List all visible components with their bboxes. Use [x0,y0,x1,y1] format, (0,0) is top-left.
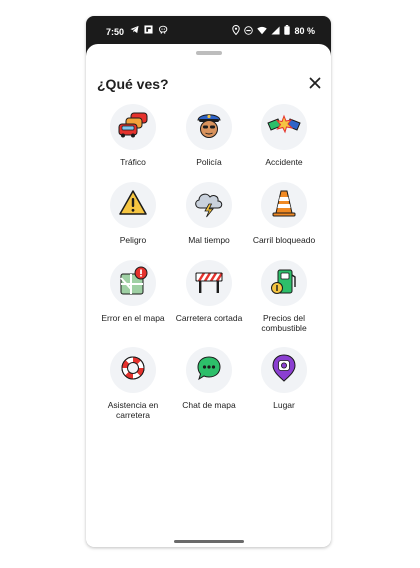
report-option-police[interactable]: Policía [169,104,249,167]
battery-icon [284,25,291,37]
report-bottom-sheet: ¿Qué ves? Tráfico Policía Accidente Peli… [86,44,331,547]
report-option-label: Accidente [265,157,303,167]
fuel-pump-icon [268,265,300,302]
signal-icon [271,25,281,37]
report-option-label: Error en el mapa [101,313,165,323]
report-option-traffic[interactable]: Tráfico [93,104,173,167]
flipboard-icon [144,25,153,36]
place-pin-icon [269,352,299,389]
report-option-road-closed[interactable]: Carretera cortada [169,260,249,323]
chat-bubble-icon [194,353,224,388]
report-option-label: Lugar [273,400,295,410]
phone-frame: 7:50 80 % ¿Qué ves? Tráfico Policía Acci… [86,16,331,547]
report-option-label: Carril bloqueado [252,235,316,245]
close-button[interactable] [307,75,323,91]
status-bar: 7:50 80 % [86,16,331,46]
report-option-label: Carretera cortada [175,313,243,323]
report-option-label: Mal tiempo [188,235,230,245]
lifebuoy-icon [118,353,148,388]
battery-percentage: 80 % [294,26,315,36]
report-option-map-error[interactable]: Error en el mapa [93,260,173,323]
wifi-icon [257,26,268,37]
report-option-lane-closed[interactable]: Carril bloqueado [244,182,324,245]
location-icon [232,24,241,37]
report-option-label: Chat de mapa [182,400,236,410]
home-indicator[interactable] [174,540,244,543]
navigation-bar [86,535,331,547]
report-option-label: Peligro [119,235,147,245]
do-not-disturb-icon [244,25,254,37]
sheet-title: ¿Qué ves? [97,76,169,92]
report-option-label: Tráfico [120,157,146,167]
report-option-fuel-prices[interactable]: Precios del combustible [244,260,324,333]
map-error-icon [117,265,149,302]
drag-handle[interactable] [196,51,222,55]
status-time: 7:50 [106,27,125,37]
close-icon [307,77,323,95]
traffic-cars-icon [115,111,151,144]
report-option-accident[interactable]: Accidente [244,104,324,167]
telegram-icon [130,25,139,36]
police-officer-icon [193,109,225,146]
road-barrier-icon [193,267,225,300]
report-option-place[interactable]: Lugar [244,347,324,410]
waze-notification-icon [158,25,168,36]
warning-triangle-icon [118,189,148,222]
report-option-bad-weather[interactable]: Mal tiempo [169,182,249,245]
report-option-label: Asistencia en carretera [107,400,159,420]
report-option-label: Policía [196,157,222,167]
report-option-label: Precios del combustible [261,313,307,333]
report-option-hazard[interactable]: Peligro [93,182,173,245]
storm-cloud-icon [192,188,226,223]
car-crash-icon [266,111,302,144]
traffic-cone-icon [270,188,298,223]
report-option-roadside-help[interactable]: Asistencia en carretera [93,347,173,420]
report-option-map-chat[interactable]: Chat de mapa [169,347,249,410]
